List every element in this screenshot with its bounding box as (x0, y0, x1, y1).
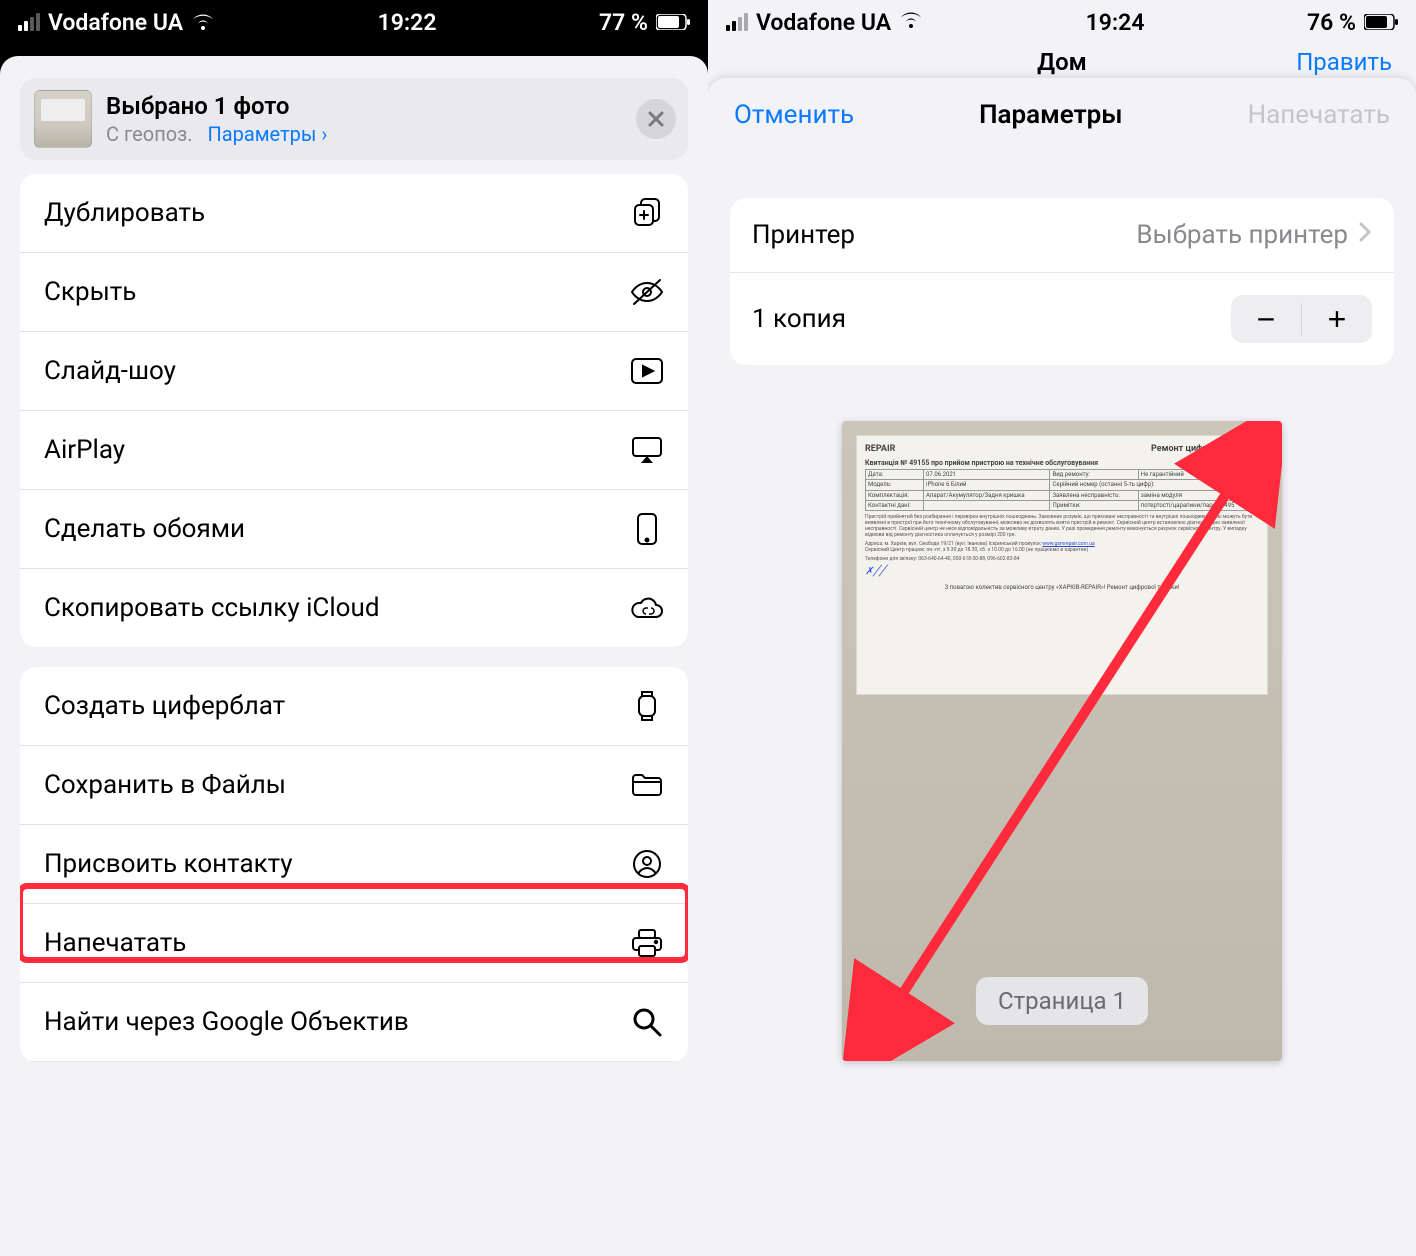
chevron-right-icon (1358, 220, 1372, 250)
share-options-link[interactable]: Параметры › (207, 122, 327, 146)
action-assign-contact[interactable]: Присвоить контакту (20, 825, 688, 904)
wifi-icon (899, 9, 923, 36)
left-screenshot: Vodafone UA 19:22 77 % Выбрано 1 фото С … (0, 0, 708, 1256)
contact-icon (630, 847, 664, 881)
page-badge: Страница 1 (976, 977, 1148, 1025)
carrier-label: Vodafone UA (756, 9, 891, 36)
signal-icon (726, 13, 748, 31)
selected-photo-thumbnail (34, 90, 92, 148)
action-watchface[interactable]: Создать циферблат (20, 667, 688, 746)
print-settings-group: Принтер Выбрать принтер 1 копия − + (730, 198, 1394, 365)
copies-label: 1 копия (752, 304, 846, 334)
action-wallpaper[interactable]: Сделать обоями (20, 490, 688, 569)
action-group-2: Создать циферблат Сохранить в Файлы Прис… (20, 667, 688, 1062)
close-button[interactable] (636, 99, 676, 139)
status-time: 19:22 (378, 9, 437, 36)
phone-icon (630, 512, 664, 546)
status-bar: Vodafone UA 19:24 76 % (708, 0, 1416, 44)
share-header: Выбрано 1 фото С геопоз. Параметры › (20, 78, 688, 160)
action-google-lens[interactable]: Найти через Google Объектив (20, 983, 688, 1062)
page-preview[interactable]: REPAIR Ремонт цифрової техніки Квитанція… (842, 421, 1282, 1061)
stepper-minus[interactable]: − (1231, 295, 1301, 343)
airplay-icon (630, 433, 664, 467)
printer-label: Принтер (752, 220, 855, 250)
stepper-plus[interactable]: + (1302, 295, 1372, 343)
action-icloud-link[interactable]: Скопировать ссылку iCloud (20, 569, 688, 647)
action-duplicate[interactable]: Дублировать (20, 174, 688, 253)
battery-icon (1364, 9, 1398, 36)
right-screenshot: Vodafone UA 19:24 76 % Дом Править Отмен… (708, 0, 1416, 1256)
printer-row[interactable]: Принтер Выбрать принтер (730, 198, 1394, 273)
copy-plus-icon (630, 196, 664, 230)
modal-title: Параметры (979, 100, 1122, 130)
print-button[interactable]: Напечатать (1248, 100, 1390, 130)
eye-off-icon (630, 275, 664, 309)
action-save-files[interactable]: Сохранить в Файлы (20, 746, 688, 825)
status-bar: Vodafone UA 19:22 77 % (0, 0, 708, 44)
print-options-modal: Отменить Параметры Напечатать Принтер Вы… (708, 78, 1416, 1256)
printer-value: Выбрать принтер (1136, 220, 1348, 250)
copies-stepper: − + (1231, 295, 1372, 343)
play-rect-icon (630, 354, 664, 388)
battery-percent: 77 % (599, 9, 648, 36)
carrier-label: Vodafone UA (48, 9, 183, 36)
print-preview-area: REPAIR Ремонт цифрової техніки Квитанція… (778, 421, 1346, 1061)
share-sheet: Выбрано 1 фото С геопоз. Параметры › Дуб… (0, 56, 708, 1256)
action-print[interactable]: Напечатать (20, 904, 688, 983)
action-hide[interactable]: Скрыть (20, 253, 688, 332)
cancel-button[interactable]: Отменить (734, 100, 854, 130)
search-icon (630, 1005, 664, 1039)
modal-header: Отменить Параметры Напечатать (708, 78, 1416, 152)
edit-button[interactable]: Править (1296, 48, 1392, 76)
action-slideshow[interactable]: Слайд-шоу (20, 332, 688, 411)
battery-icon (656, 14, 690, 30)
watch-icon (630, 689, 664, 723)
battery-percent: 76 % (1307, 9, 1356, 36)
action-group-1: Дублировать Скрыть Слайд-шоу AirPlay (20, 174, 688, 647)
wifi-icon (191, 12, 215, 32)
status-time: 19:24 (1086, 9, 1145, 36)
printer-icon (630, 926, 664, 960)
signal-icon (18, 13, 40, 31)
share-title: Выбрано 1 фото (106, 92, 327, 120)
share-subtitle: С геопоз. Параметры › (106, 122, 327, 146)
copies-row: 1 копия − + (730, 273, 1394, 365)
cloud-link-icon (630, 591, 664, 625)
action-airplay[interactable]: AirPlay (20, 411, 688, 490)
document-thumbnail: REPAIR Ремонт цифрової техніки Квитанція… (856, 435, 1268, 695)
folder-icon (630, 768, 664, 802)
